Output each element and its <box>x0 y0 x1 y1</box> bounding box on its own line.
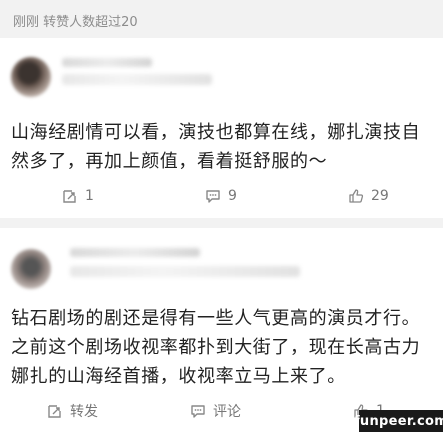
comment-text: 钻石剧场的剧还是得有一些人气更高的演员才行。 之前这个剧场收视率都扑到大街了，现… <box>11 304 435 391</box>
comment-line: 山海经剧情可以看，演技也都算在线，娜扎演技自 <box>11 122 421 143</box>
meta-blurred <box>70 266 300 277</box>
comment-button[interactable]: 9 <box>205 183 237 209</box>
like-button[interactable]: 29 <box>348 183 389 209</box>
comment-button[interactable]: 评论 <box>190 398 241 424</box>
comment-card: 钻石剧场的剧还是得有一些人气更高的演员才行。 之前这个剧场收视率都扑到大街了，现… <box>0 228 443 432</box>
comment-line: 然多了，再加上颜值，看着挺舒服的～ <box>11 151 328 172</box>
comment-card: 山海经剧情可以看，演技也都算在线，娜扎演技自 然多了，再加上颜值，看着挺舒服的～… <box>0 38 443 218</box>
username-blurred <box>62 58 152 67</box>
like-count: 29 <box>371 188 389 204</box>
meta-blurred <box>62 74 212 85</box>
like-icon <box>349 189 364 203</box>
comment-line: 钻石剧场的剧还是得有一些人气更高的演员才行。 <box>11 308 421 329</box>
watermark: funpeer.com <box>354 410 443 432</box>
avatar[interactable] <box>11 249 51 289</box>
comment-label: 评论 <box>213 404 241 420</box>
repost-button[interactable]: 1 <box>62 183 94 209</box>
avatar[interactable] <box>11 57 51 97</box>
repost-count: 1 <box>85 188 94 204</box>
comment-count: 9 <box>228 188 237 204</box>
comment-icon <box>191 405 205 418</box>
comment-line: 之前这个剧场收视率都扑到大街了，现在长高古力 <box>11 337 421 358</box>
repost-icon <box>48 405 61 418</box>
repost-icon <box>63 190 76 203</box>
feed-header: 刚刚 转赞人数超过20 <box>0 0 443 38</box>
comment-icon <box>206 190 220 203</box>
comment-text: 山海经剧情可以看，演技也都算在线，娜扎演技自 然多了，再加上颜值，看着挺舒服的～ <box>11 118 435 176</box>
repost-button[interactable]: 转发 <box>47 398 98 424</box>
action-bar: 1 9 29 <box>0 183 443 209</box>
username-blurred <box>70 248 200 257</box>
header-status-text: 刚刚 转赞人数超过20 <box>13 15 138 30</box>
comment-line: 娜扎的山海经首播，收视率立马上来了。 <box>11 366 346 387</box>
repost-label: 转发 <box>70 404 98 420</box>
